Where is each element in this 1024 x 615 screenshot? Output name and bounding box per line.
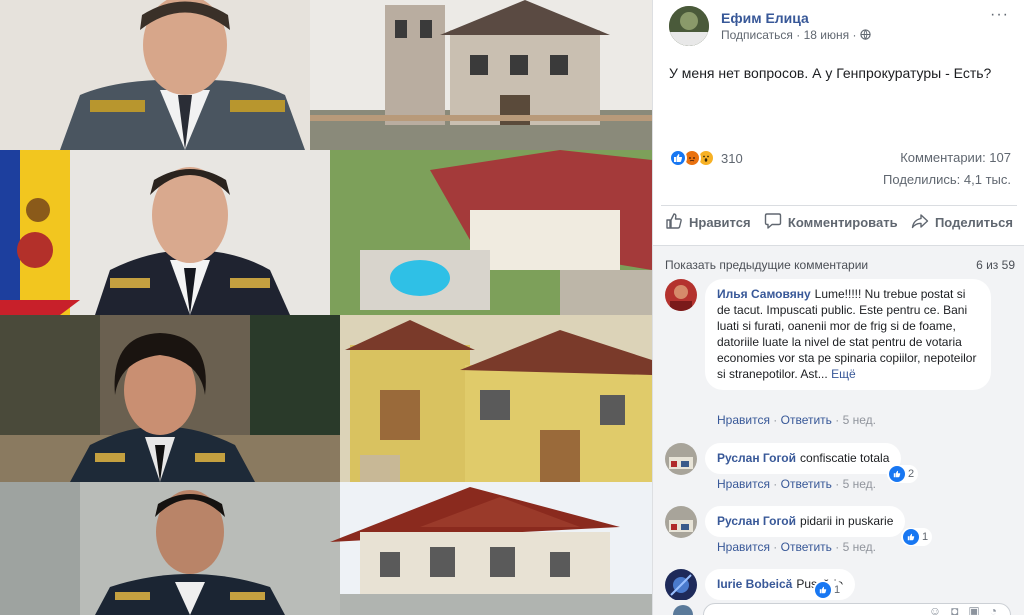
comment-button[interactable]: Комментировать	[764, 212, 898, 233]
comment-label: Комментировать	[787, 215, 898, 230]
collage-row-4	[0, 482, 652, 615]
like-button[interactable]: Нравится	[665, 212, 751, 233]
comment-reactions[interactable]: 2	[887, 465, 919, 483]
author-name[interactable]: Ефим Елица	[721, 10, 809, 26]
collage-row-1	[0, 0, 652, 150]
more-options-icon[interactable]: ···	[990, 6, 1009, 24]
separator: ·	[835, 413, 843, 427]
post-stats: 310 Комментарии: 107 Поделились: 4,1 тыс…	[669, 148, 1011, 188]
meta-separator: ·	[796, 28, 804, 42]
comment-footer: Нравится · Ответить · 5 нед.	[717, 540, 876, 554]
composer-icons: ☺ ◘ ▣ ◔	[929, 604, 997, 615]
comment-text: pidarii in puskarie	[800, 514, 894, 528]
comments-section: Показать предыдущие комментарии 6 из 59 …	[653, 245, 1024, 615]
show-previous-comments-link[interactable]: Показать предыдущие комментарии	[665, 258, 868, 272]
comment-item: Руслан Гогой pidarii in puskarie 1 Нравит…	[665, 506, 1015, 556]
post-text: У меня нет вопросов. А у Генпрокуратуры …	[669, 65, 992, 81]
commenter-name[interactable]: Iurie Bobeică	[717, 577, 792, 591]
comment-item: Iurie BobeicăPușcărie 1	[665, 569, 1015, 603]
globe-icon	[860, 28, 871, 42]
comment-like-link[interactable]: Нравится	[717, 477, 770, 491]
comment-like-count: 2	[908, 468, 915, 480]
like-icon	[889, 466, 905, 482]
comments-count[interactable]: Комментарии: 107	[900, 150, 1011, 165]
shares-count[interactable]: Поделились: 4,1 тыс.	[883, 172, 1011, 187]
comment-time[interactable]: 5 нед.	[843, 413, 876, 427]
gif-icon[interactable]: ▣	[968, 604, 979, 615]
separator: ·	[835, 540, 843, 554]
comment-item: Руслан Гогой confiscatie totala 2 Нравитс…	[665, 443, 1015, 493]
post-date[interactable]: 18 июня	[804, 28, 850, 42]
like-icon	[815, 582, 831, 598]
comment-like-link[interactable]: Нравится	[717, 413, 770, 427]
comment-like-count: 1	[922, 531, 929, 543]
comment-footer: Нравится · Ответить · 5 нед.	[717, 413, 876, 427]
post-actions: Нравится Комментировать Поделиться	[661, 205, 1017, 239]
commenter-avatar[interactable]	[665, 506, 697, 538]
collage-row-3	[0, 315, 652, 482]
sticker-icon[interactable]: ◔	[990, 604, 997, 615]
share-arrow-icon	[911, 212, 935, 233]
like-icon	[669, 149, 687, 167]
separator: ·	[835, 477, 843, 491]
share-button[interactable]: Поделиться	[911, 212, 1013, 233]
comment-bubble: Илья Самовяну Lume!!!!! Nu trebue postat …	[705, 279, 991, 390]
comment-composer: ☺ ◘ ▣ ◔	[653, 600, 1024, 615]
commenter-avatar[interactable]	[665, 279, 697, 311]
comment-like-count: 1	[834, 584, 841, 596]
author-avatar[interactable]	[669, 6, 709, 46]
separator: ·	[773, 413, 781, 427]
share-label: Поделиться	[934, 215, 1013, 230]
camera-icon[interactable]: ◘	[951, 604, 958, 615]
comment-reactions[interactable]: 1	[813, 581, 845, 599]
separator: ·	[773, 477, 781, 491]
comment-reply-link[interactable]: Ответить	[781, 477, 832, 491]
post-photo[interactable]	[0, 0, 652, 615]
subscribe-link[interactable]: Подписаться	[721, 28, 793, 42]
reactions-summary[interactable]: 310	[669, 148, 743, 168]
user-avatar[interactable]	[673, 605, 693, 615]
commenter-name[interactable]: Руслан Гогой	[717, 451, 796, 465]
separator: ·	[773, 540, 781, 554]
comment-item: Илья Самовяну Lume!!!!! Nu trebue postat …	[665, 279, 1015, 429]
comments-page-count: 6 из 59	[976, 258, 1015, 272]
commenter-avatar[interactable]	[665, 569, 697, 601]
commenter-name[interactable]: Руслан Гогой	[717, 514, 796, 528]
comment-time[interactable]: 5 нед.	[843, 477, 876, 491]
commenter-name[interactable]: Илья Самовяну	[717, 287, 811, 301]
comment-bubble: Руслан Гогой pidarii in puskarie	[705, 506, 906, 537]
comment-reply-link[interactable]: Ответить	[781, 540, 832, 554]
reaction-count: 310	[721, 150, 743, 166]
comment-reactions[interactable]: 1	[901, 528, 933, 546]
emoji-icon[interactable]: ☺	[929, 604, 941, 615]
post-header: Ефим Елица Подписаться · 18 июня · ···	[669, 6, 1009, 46]
comment-like-link[interactable]: Нравится	[717, 540, 770, 554]
see-more-link[interactable]: Ещё	[831, 367, 856, 381]
comment-bubble: Руслан Гогой confiscatie totala	[705, 443, 902, 474]
comment-time[interactable]: 5 нед.	[843, 540, 876, 554]
comment-text: confiscatie totala	[800, 451, 890, 465]
collage-row-2	[0, 150, 652, 315]
commenter-avatar[interactable]	[665, 443, 697, 475]
post-panel: Ефим Елица Подписаться · 18 июня · ··· У…	[652, 0, 1024, 615]
thumbs-up-icon	[665, 212, 689, 233]
post-meta: Подписаться · 18 июня ·	[721, 28, 871, 42]
comment-bubble-icon	[764, 212, 788, 233]
comment-reply-link[interactable]: Ответить	[781, 413, 832, 427]
meta-separator: ·	[852, 28, 860, 42]
comment-footer: Нравится · Ответить · 5 нед.	[717, 477, 876, 491]
like-icon	[903, 529, 919, 545]
previous-comments-row: Показать предыдущие комментарии 6 из 59	[665, 258, 1015, 272]
like-label: Нравится	[689, 215, 751, 230]
